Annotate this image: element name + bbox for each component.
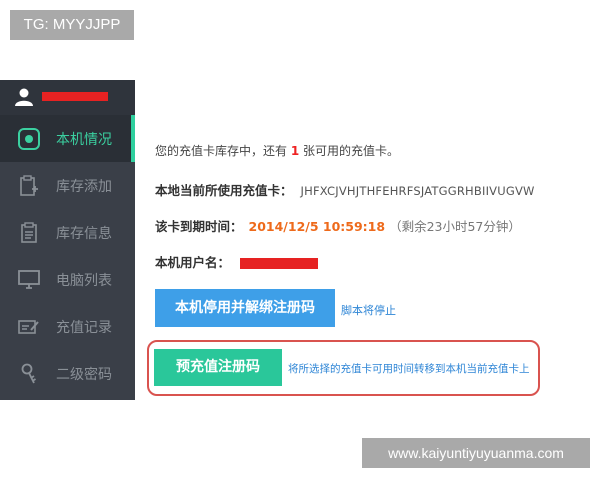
recharge-record-icon (18, 316, 40, 338)
sidebar-item-label: 充值记录 (56, 319, 112, 336)
sidebar-item-stock-add[interactable]: 库存添加 (0, 162, 135, 209)
sidebar-item-machine-status[interactable]: 本机情况 (0, 115, 135, 162)
sidebar-item-label: 电脑列表 (56, 272, 112, 289)
sidebar-item-label: 库存信息 (56, 225, 112, 242)
sidebar-item-recharge-records[interactable]: 充值记录 (0, 303, 135, 350)
stock-add-icon (18, 174, 40, 197)
stock-summary: 您的充值卡库存中，还有 1 张可用的充值卡。 (155, 142, 399, 159)
card-code-value: JHFXCJVHJTHFEHRFSJATGGRHBIIVUGVW (300, 184, 535, 198)
sidebar-item-label: 本机情况 (56, 131, 112, 148)
stock-count: 1 (290, 144, 300, 158)
stock-prefix: 您的充值卡库存中，还有 (155, 144, 288, 158)
telegram-watermark: TG: MYYJJPP (10, 10, 134, 40)
stock-info-icon (18, 221, 40, 244)
disable-and-unbind-button[interactable]: 本机停用并解绑注册码 (155, 289, 335, 327)
stock-suffix: 张可用的充值卡。 (303, 144, 400, 158)
key-icon (18, 363, 40, 385)
redacted-machine-username (240, 258, 319, 269)
expiry-label: 该卡到期时间： (155, 219, 243, 234)
remaining-time: （剩余23小时57分钟） (389, 219, 521, 234)
monitor-icon (18, 269, 40, 291)
sidebar-user-header (0, 80, 135, 115)
card-in-use-label: 本地当前所使用充值卡： (155, 183, 293, 198)
card-in-use-row: 本地当前所使用充值卡： JHFXCJVHJTHFEHRFSJATGGRHBIIVU… (155, 180, 535, 199)
username-row: 本机用户名： (155, 252, 319, 271)
prepay-note: 将所选择的充值卡可用时间转移到本机当前充值卡上 (288, 363, 530, 375)
prepay-code-button[interactable]: 预充值注册码 (154, 349, 282, 386)
username-label: 本机用户名： (155, 255, 231, 270)
sidebar: 本机情况 库存添加 库存信息 电脑列表 充值记录 二级密码 (0, 80, 135, 400)
sidebar-item-label: 库存添加 (56, 178, 112, 195)
sidebar-item-computer-list[interactable]: 电脑列表 (0, 256, 135, 303)
expiry-row: 该卡到期时间： 2014/12/5 10:59:18 （剩余23小时57分钟） (155, 216, 521, 235)
redacted-username (42, 92, 108, 101)
expiry-value: 2014/12/5 10:59:18 (248, 219, 386, 234)
sidebar-item-label: 二级密码 (56, 366, 112, 383)
sidebar-item-stock-info[interactable]: 库存信息 (0, 209, 135, 256)
user-icon (14, 87, 34, 111)
site-watermark: www.kaiyuntiyuyuanma.com (362, 438, 590, 468)
sidebar-item-secondary-password[interactable]: 二级密码 (0, 350, 135, 397)
unbind-note: 脚本将停止 (341, 304, 396, 317)
machine-status-icon (18, 127, 40, 150)
